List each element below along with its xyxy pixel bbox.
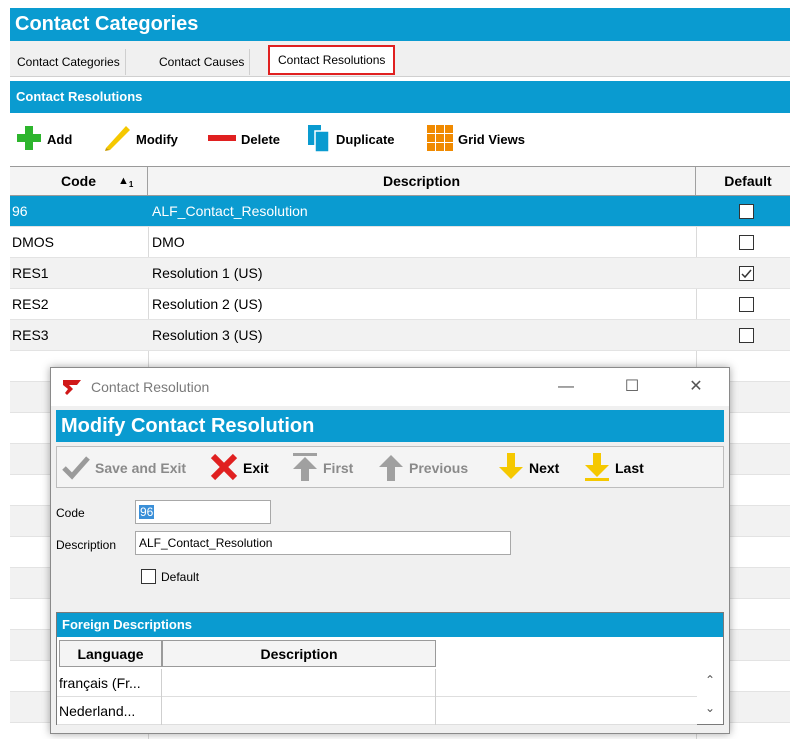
dialog-titlebar[interactable]: Contact Resolution — ☐ ✕ [51, 368, 729, 406]
next-button[interactable]: Next [497, 452, 560, 485]
exit-label: Exit [243, 460, 269, 476]
tab-contact-resolutions[interactable]: Contact Resolutions [268, 45, 396, 75]
default-checkbox[interactable] [141, 569, 156, 584]
dialog-toolbar: Save and Exit Exit First Previous Next L… [56, 446, 724, 488]
cell-language: Nederland... [57, 697, 162, 725]
cell-foreign-description[interactable] [162, 669, 436, 697]
cell-code: DMOS [12, 234, 54, 250]
default-checkbox[interactable] [739, 297, 754, 312]
scroll-up-icon[interactable]: ⌃ [705, 673, 715, 687]
last-button[interactable]: Last [583, 452, 644, 485]
table-row[interactable]: DMOS DMO [10, 227, 790, 258]
add-button[interactable]: Add [15, 125, 72, 153]
tab-contact-categories[interactable]: Contact Categories [12, 49, 126, 75]
column-header-code-label: Code [61, 173, 96, 189]
scroll-down-icon[interactable]: ⌄ [705, 701, 715, 715]
default-checkbox[interactable] [739, 328, 754, 343]
section-title: Contact Resolutions [10, 81, 790, 113]
modify-button[interactable]: Modify [102, 125, 178, 153]
cell-description: Resolution 1 (US) [152, 265, 263, 281]
delete-button[interactable]: Delete [207, 125, 280, 153]
duplicate-button[interactable]: Duplicate [306, 123, 395, 156]
modify-dialog: Contact Resolution — ☐ ✕ Modify Contact … [50, 367, 730, 734]
add-label: Add [47, 131, 73, 147]
cell-code: RES3 [12, 327, 49, 343]
column-header-foreign-description[interactable]: Description [162, 640, 436, 667]
cell-foreign-description[interactable] [162, 697, 436, 725]
previous-button[interactable]: Previous [377, 454, 468, 482]
last-arrow-icon [583, 452, 611, 485]
next-label: Next [529, 460, 560, 476]
app-logo-icon [61, 377, 83, 400]
table-row[interactable]: Nederland... [57, 697, 697, 725]
down-arrow-icon [497, 452, 525, 485]
pencil-icon [102, 124, 132, 155]
cell-description: Resolution 3 (US) [152, 327, 263, 343]
duplicate-label: Duplicate [336, 131, 395, 147]
up-arrow-icon [377, 452, 405, 485]
grid-icon [426, 124, 454, 155]
minus-icon [207, 124, 237, 155]
default-checkbox[interactable] [739, 204, 754, 219]
minimize-button[interactable]: — [551, 374, 581, 400]
default-checkbox-field[interactable]: Default [141, 569, 199, 584]
exit-button[interactable]: Exit [209, 453, 269, 484]
save-and-exit-label: Save and Exit [95, 460, 187, 476]
x-icon [209, 453, 239, 484]
foreign-descriptions-panel: Foreign Descriptions Language Descriptio… [56, 612, 724, 725]
delete-label: Delete [241, 131, 281, 147]
code-label: Code [56, 506, 85, 520]
table-row[interactable]: français (Fr... [57, 669, 697, 697]
table-row[interactable]: 96 ALF_Contact_Resolution [10, 196, 790, 227]
dialog-window-title: Contact Resolution [91, 379, 210, 395]
first-arrow-icon [291, 452, 319, 485]
dialog-header: Modify Contact Resolution [56, 410, 724, 442]
save-and-exit-button[interactable]: Save and Exit [61, 454, 186, 482]
cell-code: RES1 [12, 265, 49, 281]
table-row[interactable]: RES1 Resolution 1 (US) [10, 258, 790, 289]
grid-header: Code ▲1 Description Default [10, 166, 790, 196]
grid-views-button[interactable]: Grid Views [426, 124, 525, 155]
table-row[interactable]: RES3 Resolution 3 (US) [10, 320, 790, 351]
code-value: 96 [139, 505, 155, 519]
description-field[interactable]: ALF_Contact_Resolution [135, 531, 511, 555]
modify-label: Modify [136, 131, 178, 147]
cell-code: RES2 [12, 296, 49, 312]
last-label: Last [615, 460, 644, 476]
column-header-language[interactable]: Language [59, 640, 162, 667]
cell-language: français (Fr... [57, 669, 162, 697]
cell-code: 96 [12, 203, 28, 219]
tab-contact-causes[interactable]: Contact Causes [154, 49, 251, 75]
plus-icon [15, 124, 43, 155]
sort-ascending-icon: ▲1 [118, 175, 134, 190]
tab-strip: Contact Categories Contact Causes Contac… [10, 41, 790, 77]
close-button[interactable]: ✕ [681, 374, 711, 400]
grid-views-label: Grid Views [458, 131, 525, 147]
first-button[interactable]: First [291, 452, 354, 485]
check-icon [741, 269, 752, 279]
previous-label: Previous [409, 460, 469, 476]
cell-description: ALF_Contact_Resolution [152, 203, 308, 219]
table-row[interactable]: RES2 Resolution 2 (US) [10, 289, 790, 320]
column-header-code[interactable]: Code ▲1 [10, 167, 148, 195]
column-header-description[interactable]: Description [148, 167, 696, 195]
default-checkbox[interactable] [739, 235, 754, 250]
default-label: Default [161, 569, 200, 584]
app-title: Contact Categories [10, 8, 790, 41]
checkmark-icon [61, 454, 91, 483]
default-checkbox-checked[interactable] [739, 266, 754, 281]
first-label: First [323, 460, 354, 476]
cell-description: DMO [152, 234, 185, 250]
main-toolbar: Add Modify Delete Duplicate Grid Views [10, 113, 790, 165]
foreign-descriptions-title: Foreign Descriptions [57, 613, 723, 637]
duplicate-icon [306, 123, 332, 156]
column-header-default[interactable]: Default [696, 167, 790, 195]
cell-description: Resolution 2 (US) [152, 296, 263, 312]
description-label: Description [56, 538, 117, 552]
maximize-button[interactable]: ☐ [617, 374, 647, 400]
code-field[interactable]: 96 [135, 500, 271, 524]
